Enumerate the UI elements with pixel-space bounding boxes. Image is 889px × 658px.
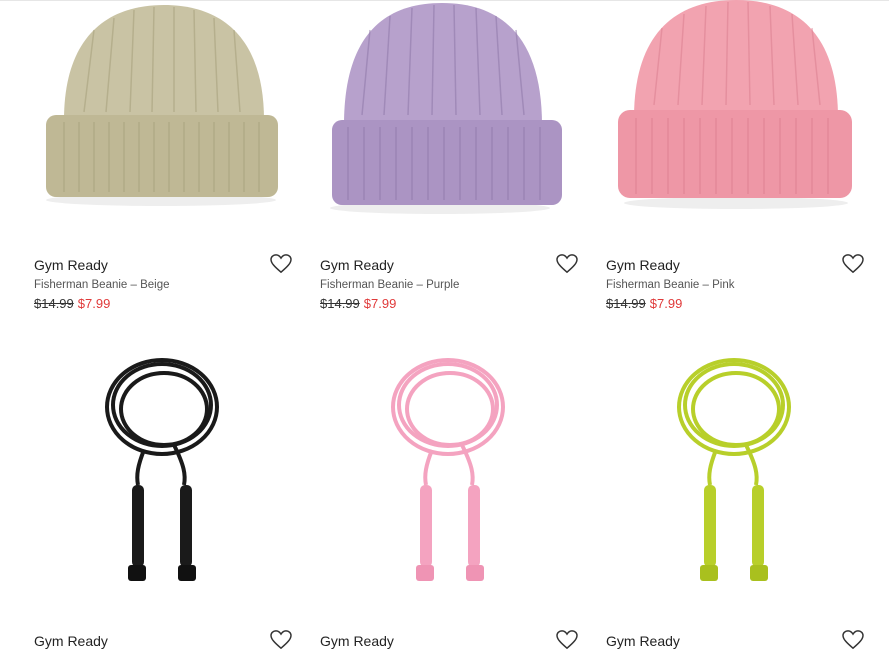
wishlist-heart-icon[interactable] [842,254,864,274]
product-image[interactable] [34,0,304,240]
product-price: $14.99 $7.99 [320,296,396,311]
product-brand[interactable]: Gym Ready [606,633,680,649]
wishlist-heart-icon[interactable] [270,630,292,650]
original-price: $14.99 [34,296,74,311]
wishlist-heart-icon[interactable] [556,254,578,274]
product-image[interactable] [320,0,590,240]
product-image[interactable] [34,345,304,585]
product-card-yellow-jump-rope[interactable]: Gym Ready [606,345,876,658]
wishlist-heart-icon[interactable] [556,630,578,650]
beanie-image [330,3,562,214]
sale-price: $7.99 [363,296,397,311]
product-name[interactable]: Fisherman Beanie – Purple [320,279,459,291]
original-price: $14.99 [606,296,646,311]
product-card-purple-beanie[interactable]: Gym Ready Fisherman Beanie – Purple $14.… [320,0,590,320]
wishlist-heart-icon[interactable] [842,630,864,650]
product-card-pink-jump-rope[interactable]: Gym Ready [320,345,590,658]
jump-rope-image [677,358,791,581]
product-brand[interactable]: Gym Ready [320,633,394,649]
product-brand[interactable]: Gym Ready [34,257,108,273]
beanie-image [46,5,278,206]
product-brand[interactable]: Gym Ready [34,633,108,649]
jump-rope-image [391,358,505,581]
sale-price: $7.99 [77,296,111,311]
product-image[interactable] [606,0,876,240]
product-price: $14.99 $7.99 [606,296,682,311]
product-brand[interactable]: Gym Ready [320,257,394,273]
jump-rope-image [105,358,219,581]
sale-price: $7.99 [649,296,683,311]
product-price: $14.99 $7.99 [34,296,110,311]
original-price: $14.99 [320,296,360,311]
product-image[interactable] [320,345,590,585]
product-card-pink-beanie[interactable]: Gym Ready Fisherman Beanie – Pink $14.99… [606,0,876,320]
product-card-beige-beanie[interactable]: Gym Ready Fisherman Beanie – Beige $14.9… [34,0,304,320]
product-name[interactable]: Fisherman Beanie – Beige [34,279,170,291]
beanie-image [618,0,852,209]
wishlist-heart-icon[interactable] [270,254,292,274]
product-image[interactable] [606,345,876,585]
product-name[interactable]: Fisherman Beanie – Pink [606,279,734,291]
product-card-black-jump-rope[interactable]: Gym Ready [34,345,304,658]
product-brand[interactable]: Gym Ready [606,257,680,273]
